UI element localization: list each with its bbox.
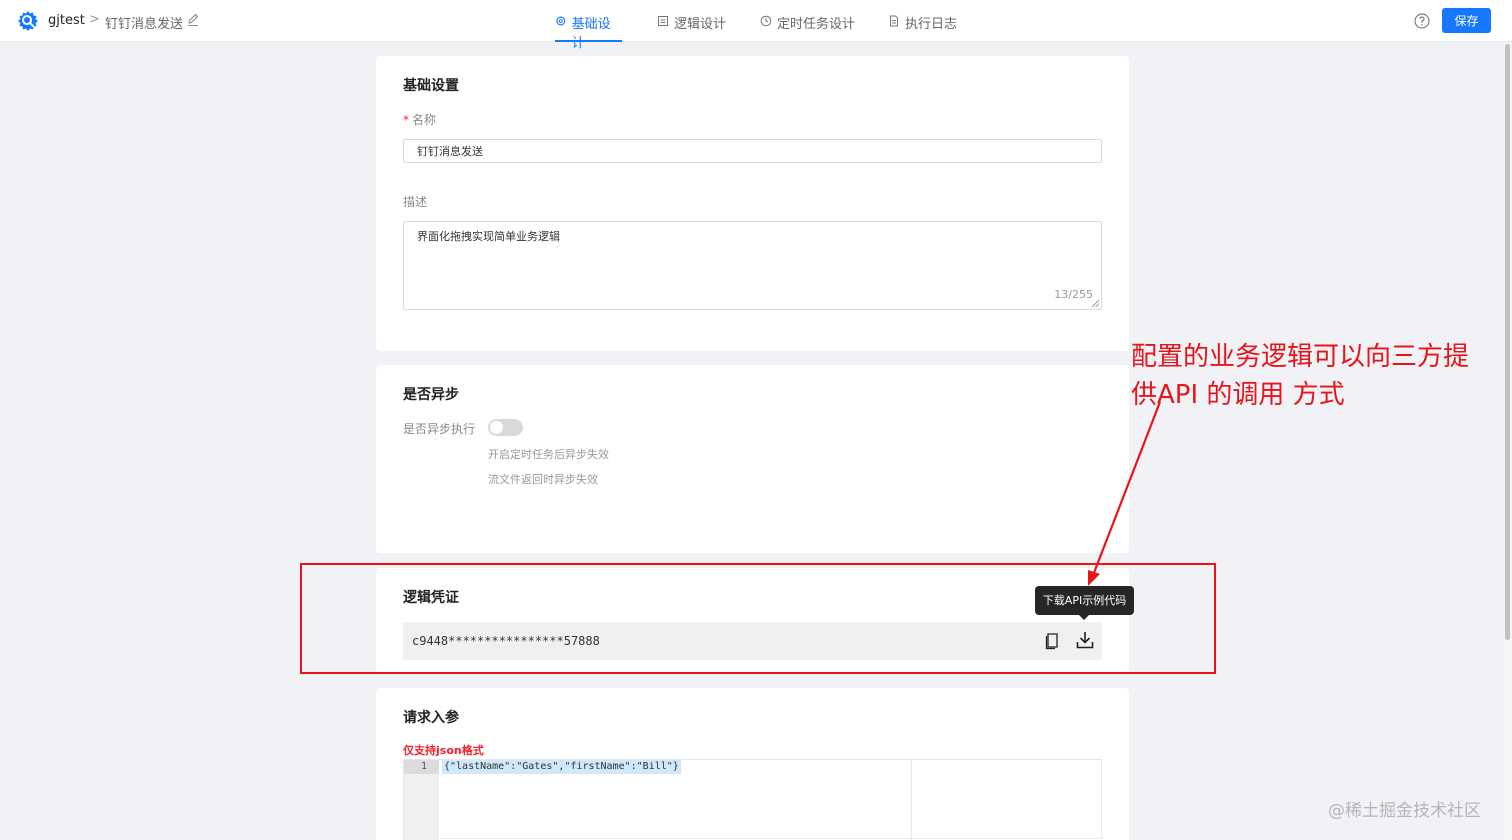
toggle-knob <box>490 421 503 434</box>
top-header: gjtest > 钉钉消息发送 基础设计 逻辑设计 定时任务设计 执行日志 保存 <box>0 0 1512 51</box>
char-count: 13/255 <box>1054 288 1093 301</box>
annotation-line: 供API 的调用 方式 <box>1131 380 1345 410</box>
json-format-note: 仅支持json格式 <box>403 744 484 757</box>
logic-icon <box>658 16 668 26</box>
basic-settings-card: 基础设置 *名称 描述 界面化拖拽实现简单业务逻辑 13/255 <box>376 56 1129 351</box>
gear-icon <box>556 16 566 26</box>
app-name[interactable]: gjtest <box>48 13 85 28</box>
description-textarea[interactable]: 界面化拖拽实现简单业务逻辑 13/255 <box>403 221 1102 310</box>
request-params-card: 请求入参 仅支持json格式 1 {"lastName":"Gates","fi… <box>376 688 1129 840</box>
description-text: 界面化拖拽实现简单业务逻辑 <box>417 230 560 243</box>
help-icon[interactable] <box>1414 13 1430 29</box>
json-code-editor[interactable]: 1 {"lastName":"Gates","firstName":"Bill"… <box>403 759 1102 840</box>
line-number: 1 <box>421 761 428 772</box>
name-label: * 名称 <box>403 111 436 128</box>
tab-label: 执行日志 <box>905 17 958 32</box>
desc-label: 描述 <box>403 195 428 209</box>
page-title: 钉钉消息发送 <box>105 17 184 32</box>
async-card: 是否异步 是否异步执行 开启定时任务后异步失效 流文件返回时异步失效 <box>376 365 1129 553</box>
editor-divider <box>911 760 912 840</box>
async-toggle[interactable] <box>488 419 523 436</box>
annotation-text: 配置的业务逻辑可以向三方提 供API 的调用 方式 <box>1131 338 1506 414</box>
app-logo-icon[interactable] <box>17 10 39 32</box>
annotation-line: 配置的业务逻辑可以向三方提 <box>1131 342 1470 372</box>
document-icon <box>890 15 898 27</box>
section-title: 是否异步 <box>403 387 459 403</box>
async-hint: 流文件返回时异步失效 <box>488 473 598 486</box>
async-toggle-label: 是否异步执行 <box>403 422 476 436</box>
edit-icon[interactable] <box>186 13 200 27</box>
tab-basic-design[interactable]: 基础设计 <box>555 13 622 51</box>
tab-execution-log[interactable]: 执行日志 <box>888 13 957 42</box>
async-hint: 开启定时任务后异步失效 <box>488 448 609 461</box>
tab-label: 定时任务设计 <box>777 17 856 32</box>
annotation-arrow-icon <box>1088 401 1162 586</box>
brand-watermark: @稀土掘金技术社区 <box>1328 801 1481 821</box>
tab-label: 逻辑设计 <box>674 17 727 32</box>
tab-label: 基础设计 <box>571 17 611 51</box>
code-line[interactable]: {"lastName":"Gates","firstName":"Bill"} <box>442 760 681 774</box>
clock-icon <box>760 15 772 27</box>
section-title: 基础设置 <box>403 78 459 94</box>
name-input[interactable] <box>403 139 1102 163</box>
tab-logic-design[interactable]: 逻辑设计 <box>657 13 726 42</box>
resize-handle-icon[interactable] <box>1092 300 1099 307</box>
annotation-highlight-box <box>300 563 1216 674</box>
name-label-text: 名称 <box>412 113 437 127</box>
tab-scheduled-task[interactable]: 定时任务设计 <box>760 13 855 42</box>
section-title: 请求入参 <box>403 710 459 726</box>
breadcrumb-separator: > <box>89 12 100 27</box>
required-mark: * <box>403 113 409 127</box>
save-button[interactable]: 保存 <box>1442 8 1491 33</box>
